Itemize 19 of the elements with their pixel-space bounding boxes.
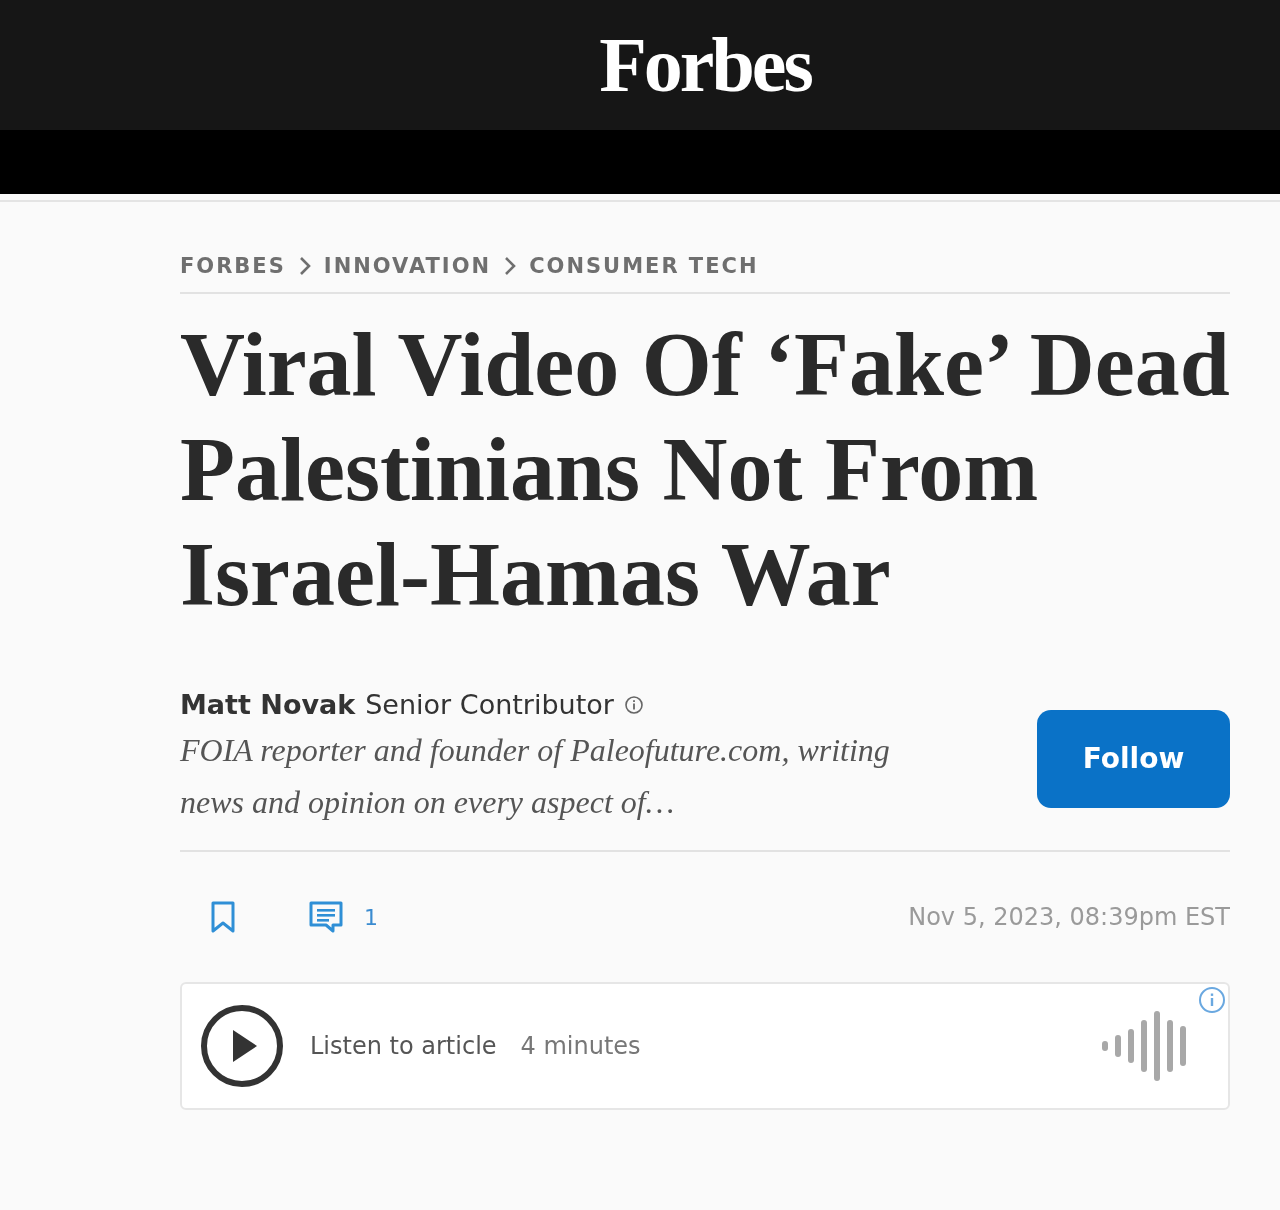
author-role: Senior Contributor xyxy=(365,689,614,720)
publish-date: Nov 5, 2023, 08:39pm EST xyxy=(908,903,1230,931)
play-button[interactable] xyxy=(200,1004,284,1088)
author-bio: FOIA reporter and founder of Paleofuture.com, writing news and opinion on every aspect of… xyxy=(180,731,891,822)
comment-count[interactable]: 1 xyxy=(364,904,378,930)
chevron-right-icon xyxy=(297,256,312,276)
listen-label: Listen to article xyxy=(310,1032,497,1060)
info-icon[interactable] xyxy=(623,694,644,715)
chevron-right-icon xyxy=(503,256,518,276)
comment-icon[interactable] xyxy=(308,900,344,934)
author-name-link[interactable]: Matt Novak xyxy=(180,689,356,720)
info-icon[interactable] xyxy=(1198,986,1226,1014)
article-headline: Viral Video Of ‘Fake’ Dead Palestinians Not From Israel-Hamas War xyxy=(180,314,1231,626)
audio-duration: 4 minutes xyxy=(520,1032,641,1060)
site-logo[interactable]: Forbes xyxy=(599,20,811,110)
breadcrumb-link[interactable]: INNOVATION xyxy=(323,254,492,278)
follow-button[interactable]: Follow xyxy=(1037,709,1230,808)
breadcrumb-link[interactable]: CONSUMER TECH xyxy=(529,254,759,278)
breadcrumb-link[interactable]: FORBES xyxy=(180,254,286,278)
